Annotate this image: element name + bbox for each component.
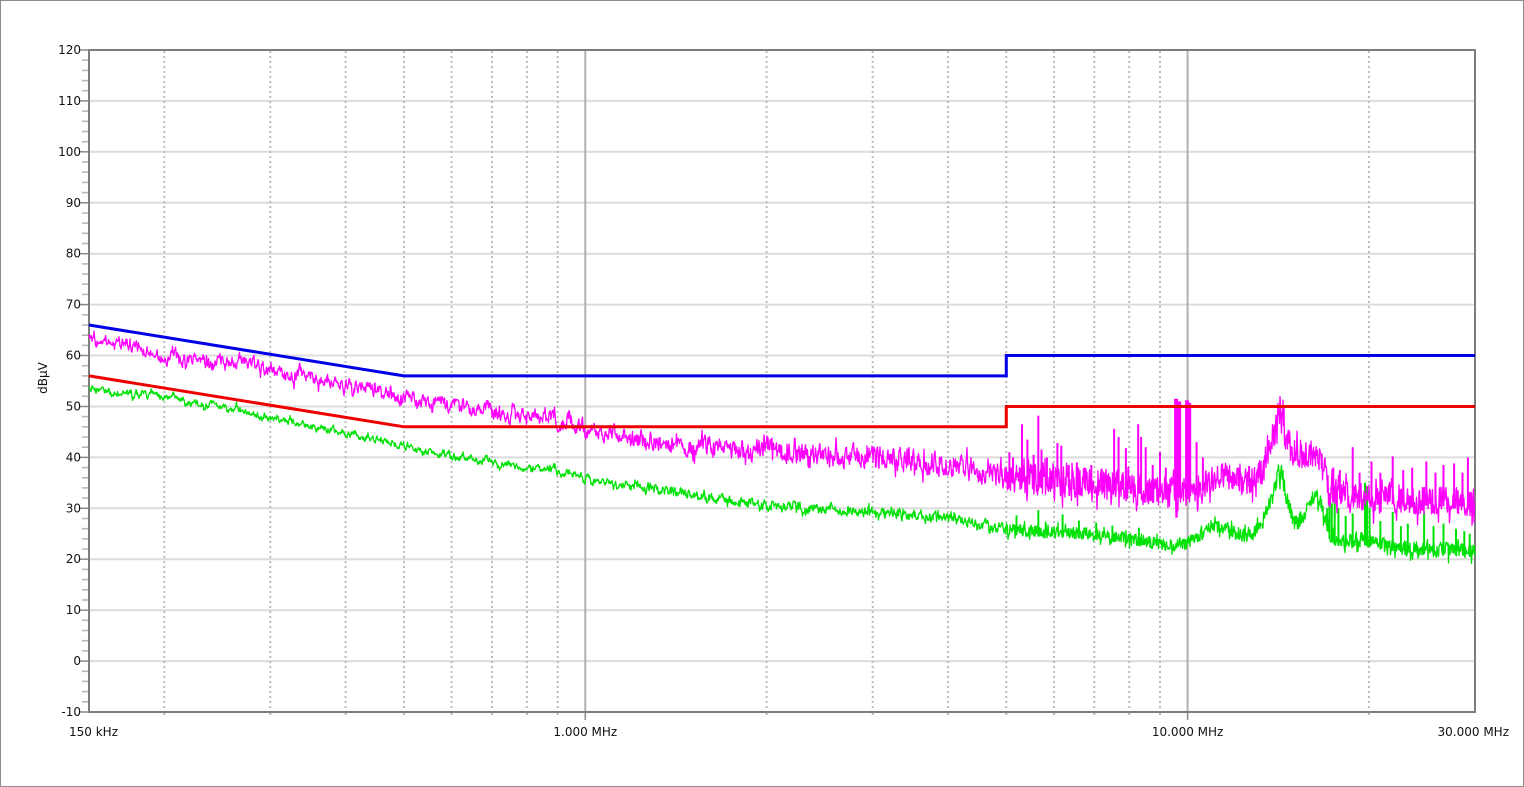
series-trace-green-average	[88, 384, 1476, 565]
y-tick-label: 0	[73, 654, 81, 668]
y-tick-label: 80	[66, 247, 81, 261]
plot-frame	[88, 49, 1476, 713]
y-tick-label: 30	[66, 501, 81, 515]
y-tick-label: 40	[66, 450, 81, 464]
emissions-chart: 120 110 100 90 80 70 60 50 40 30 20 10 0 -10 dBµV 150 k…	[1, 1, 1523, 786]
y-tick-label: 50	[66, 400, 81, 414]
y-tick-label: 100	[58, 145, 81, 159]
series-limit-blue-quasi-peak	[88, 323, 1475, 378]
x-tick-label: 150 kHz	[69, 725, 118, 739]
plot-series	[88, 323, 1476, 565]
series-limit-red-average	[88, 374, 1475, 429]
x-tick-label: 30.000 MHz	[1438, 725, 1509, 739]
grid	[90, 49, 1474, 713]
y-tick-label: 60	[66, 349, 81, 363]
y-tick-label: 110	[58, 94, 81, 108]
x-tick-label: 10.000 MHz	[1152, 725, 1223, 739]
y-tick-label: 10	[66, 603, 81, 617]
y-axis: 1201101009080706050403020100-10dBµV	[36, 43, 81, 719]
emc-scan-window: 120 110 100 90 80 70 60 50 40 30 20 10 0 -10 dBµV 150 k…	[0, 0, 1524, 787]
y-tick-label: -10	[61, 705, 81, 719]
y-tick-label: 90	[66, 196, 81, 210]
y-tick-label: 120	[58, 43, 81, 57]
y-tick-label: 20	[66, 552, 81, 566]
x-tick-label: 1.000 MHz	[553, 725, 617, 739]
axis-ticks	[80, 49, 1370, 720]
chart-canvas: 1201101009080706050403020100-10dBµV150 k…	[36, 43, 1509, 739]
y-tick-label: 70	[66, 298, 81, 312]
y-axis-unit-label: dBµV	[36, 361, 50, 393]
x-axis: 150 kHz 1.000 MHz 10.000 MHz 30.000 MHz	[69, 725, 1509, 739]
